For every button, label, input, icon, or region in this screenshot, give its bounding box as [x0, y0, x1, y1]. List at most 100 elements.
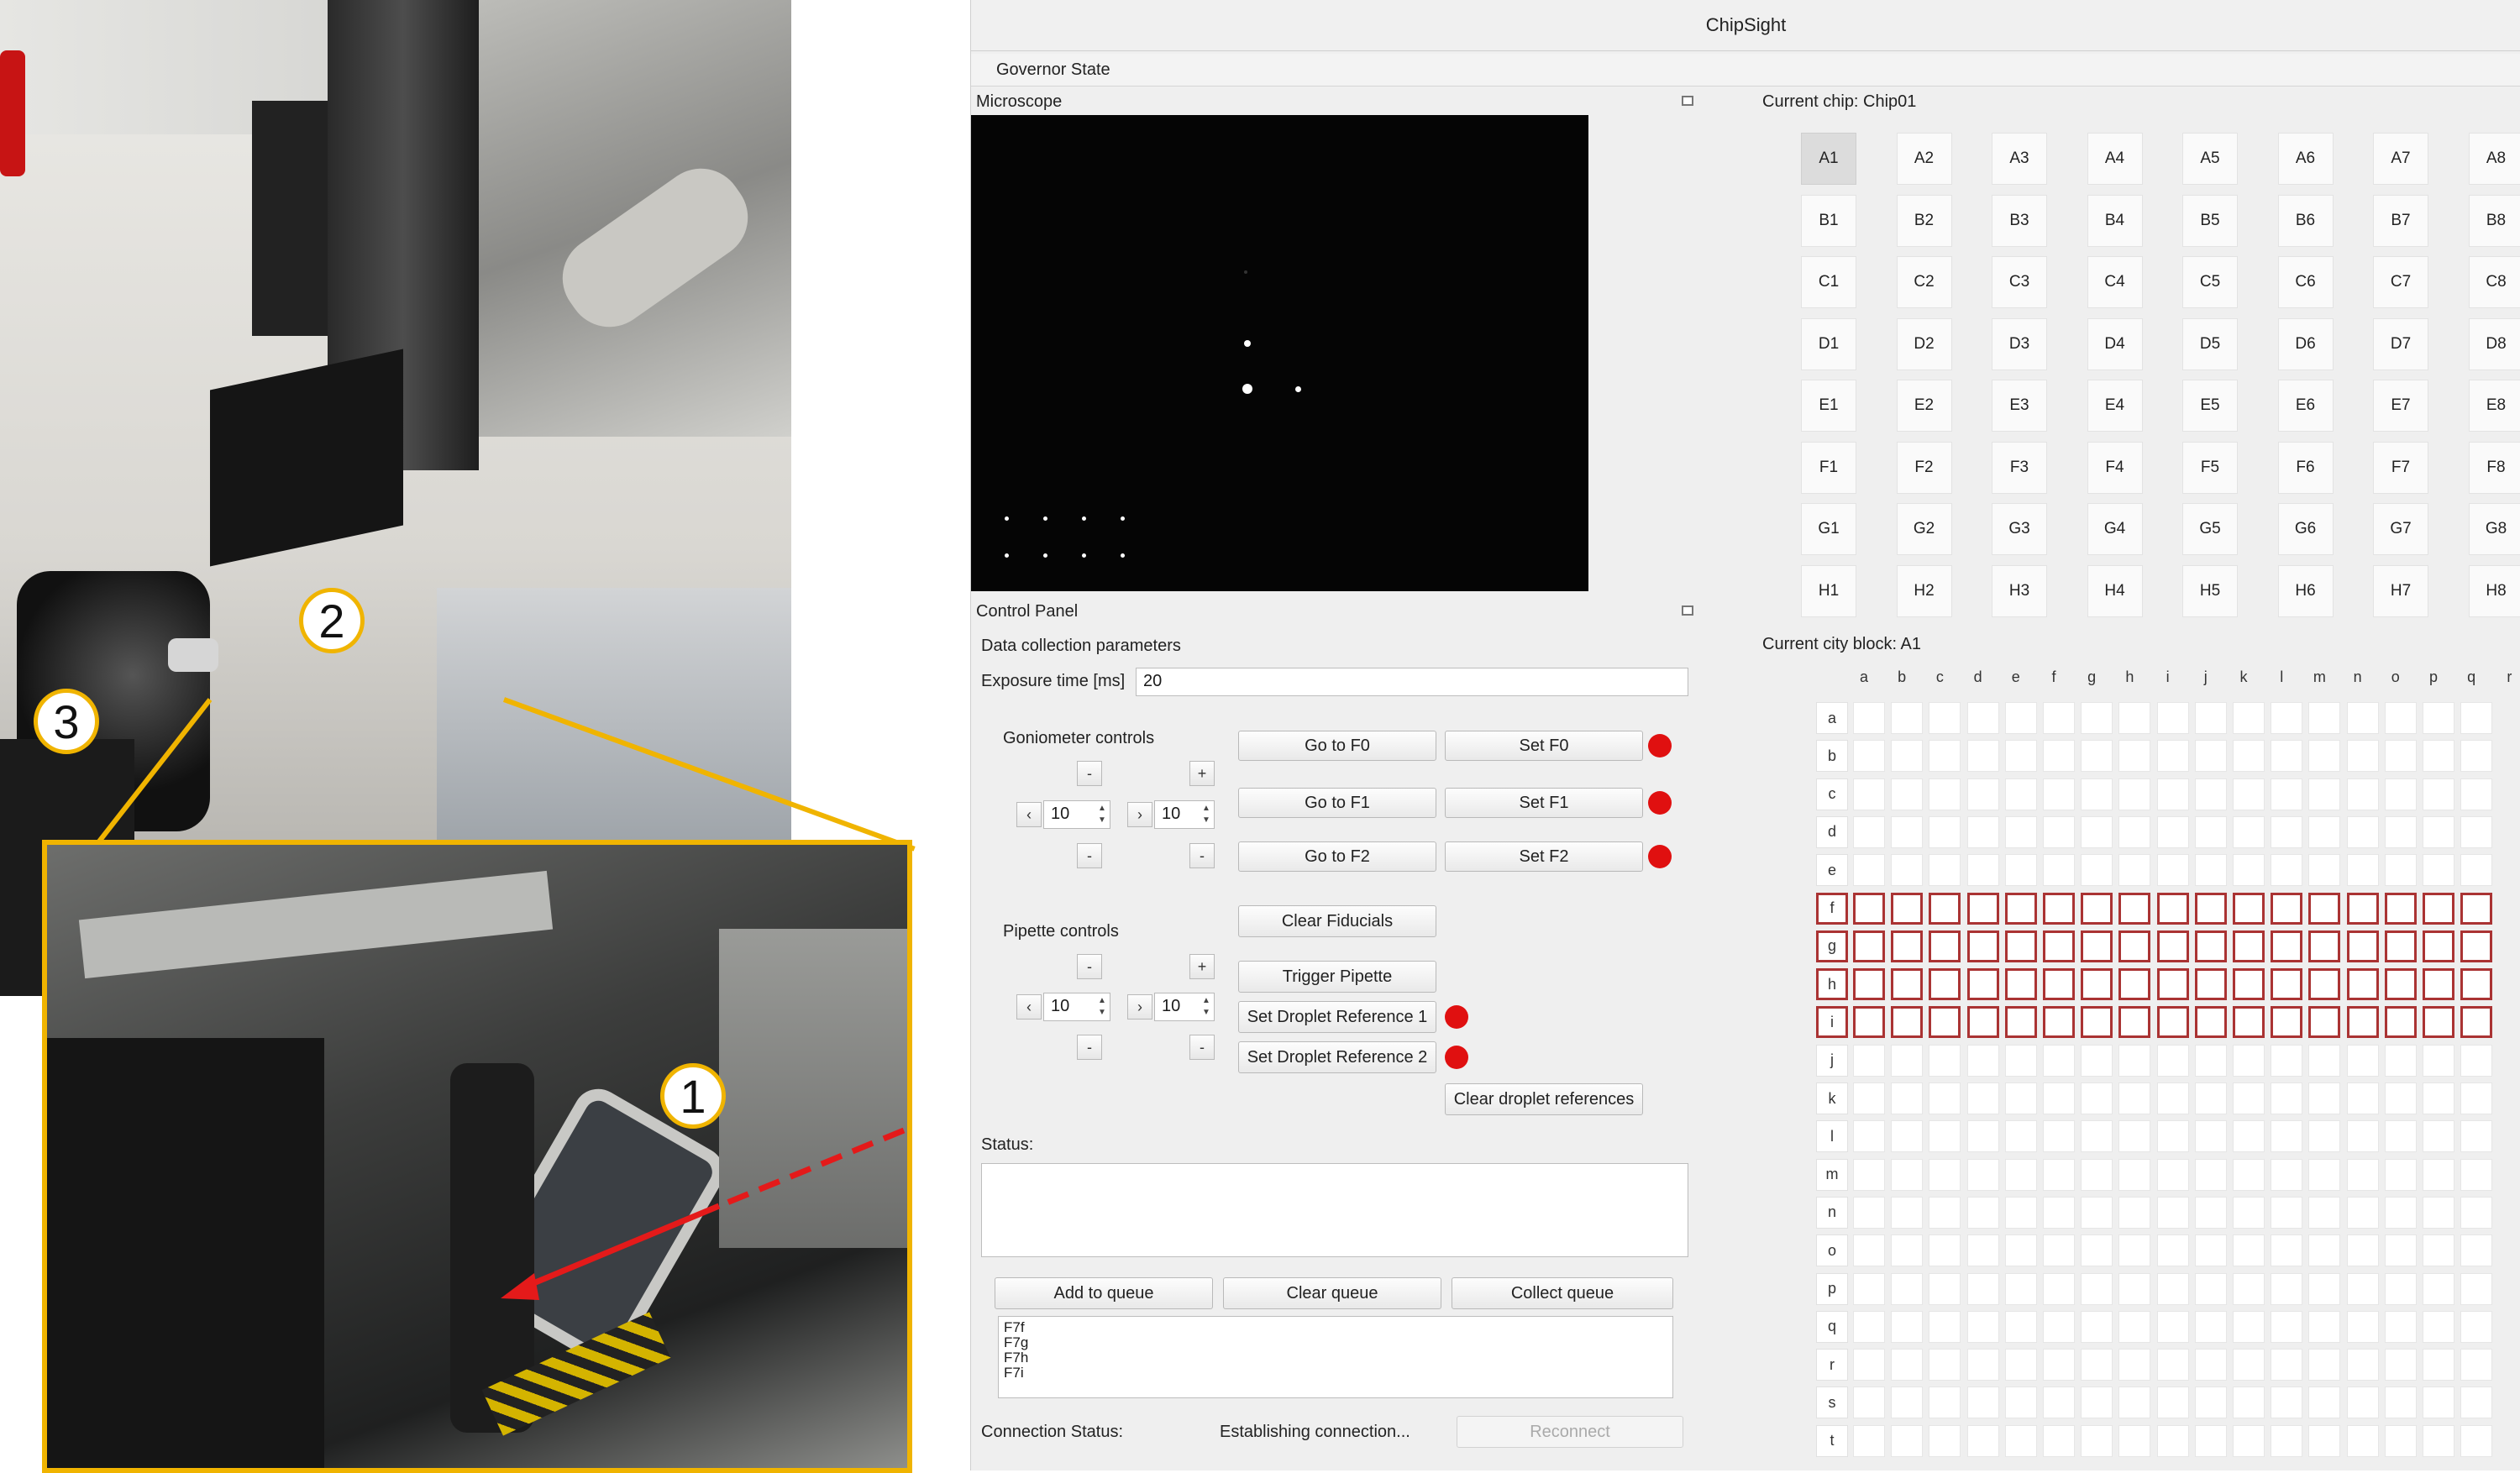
- city-cell[interactable]: [1853, 1197, 1885, 1229]
- city-cell[interactable]: [2157, 1120, 2189, 1152]
- spin-up-icon[interactable]: ▲: [1096, 804, 1108, 814]
- city-cell[interactable]: [2195, 1045, 2227, 1077]
- city-cell[interactable]: [2081, 1045, 2113, 1077]
- city-cell[interactable]: [1967, 740, 1999, 772]
- city-cell[interactable]: [2043, 893, 2075, 925]
- chip-cell-f5[interactable]: F5: [2182, 442, 2238, 494]
- city-cell[interactable]: [2118, 1349, 2150, 1381]
- city-cell[interactable]: [1891, 1387, 1923, 1418]
- city-cell[interactable]: [2005, 778, 2037, 810]
- city-cell[interactable]: [1967, 1425, 1999, 1457]
- city-cell[interactable]: [2005, 1311, 2037, 1343]
- city-cell[interactable]: [2043, 1425, 2075, 1457]
- city-cell[interactable]: [2081, 778, 2113, 810]
- city-cell[interactable]: [2195, 1159, 2227, 1191]
- city-cell[interactable]: [2271, 778, 2302, 810]
- city-cell[interactable]: [2043, 1234, 2075, 1266]
- city-cell[interactable]: [1853, 1387, 1885, 1418]
- city-cell[interactable]: [2308, 1197, 2340, 1229]
- chip-cell-e7[interactable]: E7: [2373, 380, 2428, 432]
- city-row-header[interactable]: n: [1816, 1197, 1848, 1229]
- chip-cell-c3[interactable]: C3: [1992, 256, 2047, 308]
- city-cell[interactable]: [1891, 1311, 1923, 1343]
- city-cell[interactable]: [2347, 930, 2379, 962]
- city-cell[interactable]: [2081, 1387, 2113, 1418]
- city-cell[interactable]: [2460, 702, 2492, 734]
- add-to-queue-button[interactable]: Add to queue: [995, 1277, 1213, 1309]
- city-cell[interactable]: [2385, 1120, 2417, 1152]
- city-cell[interactable]: [1891, 816, 1923, 848]
- city-cell[interactable]: [2308, 1045, 2340, 1077]
- city-cell[interactable]: [1853, 1082, 1885, 1114]
- city-cell[interactable]: [2195, 1197, 2227, 1229]
- city-cell[interactable]: [2347, 854, 2379, 886]
- city-cell[interactable]: [2271, 740, 2302, 772]
- status-textbox[interactable]: [981, 1163, 1688, 1257]
- city-cell[interactable]: [1967, 1120, 1999, 1152]
- city-cell[interactable]: [2308, 1311, 2340, 1343]
- chip-cell-g8[interactable]: G8: [2469, 503, 2520, 555]
- chip-cell-b5[interactable]: B5: [2182, 195, 2238, 247]
- city-cell[interactable]: [2308, 778, 2340, 810]
- city-cell[interactable]: [2195, 893, 2227, 925]
- menu-governor-state[interactable]: Governor State: [996, 60, 1110, 80]
- city-cell[interactable]: [2118, 778, 2150, 810]
- city-cell[interactable]: [2081, 1082, 2113, 1114]
- city-row-header[interactable]: c: [1816, 778, 1848, 810]
- queue-item[interactable]: F7g: [1004, 1335, 1667, 1350]
- chip-cell-g6[interactable]: G6: [2278, 503, 2334, 555]
- city-cell[interactable]: [1929, 1349, 1961, 1381]
- city-cell[interactable]: [2157, 1387, 2189, 1418]
- city-cell[interactable]: [2081, 1120, 2113, 1152]
- chip-cell-e1[interactable]: E1: [1801, 380, 1856, 432]
- city-cell[interactable]: [2043, 854, 2075, 886]
- city-row-header[interactable]: q: [1816, 1311, 1848, 1343]
- exposure-input[interactable]: 20: [1136, 668, 1688, 696]
- city-cell[interactable]: [1929, 893, 1961, 925]
- chip-cell-f3[interactable]: F3: [1992, 442, 2047, 494]
- spin-up-icon[interactable]: ▲: [1200, 996, 1212, 1006]
- city-cell[interactable]: [2308, 1349, 2340, 1381]
- city-cell[interactable]: [2385, 893, 2417, 925]
- city-cell[interactable]: [2118, 1425, 2150, 1457]
- goniometer-up-a-button[interactable]: -: [1077, 761, 1102, 786]
- city-row-header[interactable]: k: [1816, 1082, 1848, 1114]
- city-cell[interactable]: [2081, 1425, 2113, 1457]
- city-cell[interactable]: [1929, 778, 1961, 810]
- city-cell[interactable]: [2195, 1349, 2227, 1381]
- city-cell[interactable]: [1929, 1387, 1961, 1418]
- city-row-header[interactable]: i: [1816, 1006, 1848, 1038]
- city-cell[interactable]: [2043, 1120, 2075, 1152]
- city-cell[interactable]: [1891, 740, 1923, 772]
- city-cell[interactable]: [2308, 702, 2340, 734]
- city-cell[interactable]: [1929, 816, 1961, 848]
- city-cell[interactable]: [2460, 740, 2492, 772]
- city-cell[interactable]: [1929, 1234, 1961, 1266]
- control-panel-undock-icon[interactable]: [1682, 605, 1693, 616]
- city-cell[interactable]: [2347, 778, 2379, 810]
- city-cell[interactable]: [2118, 702, 2150, 734]
- city-cell[interactable]: [1853, 1159, 1885, 1191]
- city-cell[interactable]: [2460, 1159, 2492, 1191]
- city-cell[interactable]: [2308, 968, 2340, 1000]
- city-cell[interactable]: [1853, 702, 1885, 734]
- city-cell[interactable]: [2157, 968, 2189, 1000]
- city-cell[interactable]: [2423, 968, 2454, 1000]
- chip-cell-c2[interactable]: C2: [1897, 256, 1952, 308]
- city-cell[interactable]: [2385, 968, 2417, 1000]
- city-cell[interactable]: [1967, 1082, 1999, 1114]
- city-cell[interactable]: [2157, 930, 2189, 962]
- city-cell[interactable]: [2385, 1197, 2417, 1229]
- city-cell[interactable]: [2423, 1045, 2454, 1077]
- city-cell[interactable]: [2347, 968, 2379, 1000]
- city-cell[interactable]: [2081, 1197, 2113, 1229]
- queue-item[interactable]: F7h: [1004, 1350, 1667, 1366]
- chip-cell-f2[interactable]: F2: [1897, 442, 1952, 494]
- city-cell[interactable]: [2118, 816, 2150, 848]
- city-cell[interactable]: [2005, 1273, 2037, 1305]
- chip-cell-f1[interactable]: F1: [1801, 442, 1856, 494]
- chip-cell-e8[interactable]: E8: [2469, 380, 2520, 432]
- spin-up-icon[interactable]: ▲: [1200, 804, 1212, 814]
- chip-cell-d5[interactable]: D5: [2182, 318, 2238, 370]
- chip-cell-b6[interactable]: B6: [2278, 195, 2334, 247]
